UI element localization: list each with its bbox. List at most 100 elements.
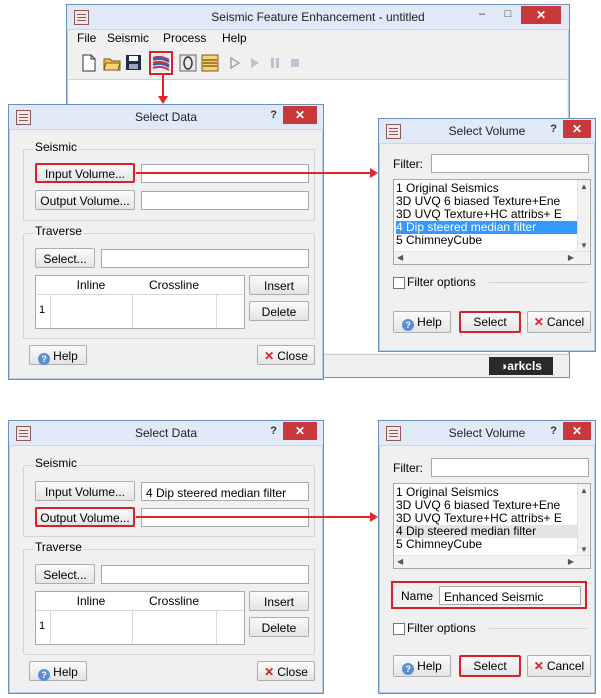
filter-options-checkbox[interactable]: [393, 623, 405, 635]
table-divider: [132, 294, 133, 328]
scroll-left-icon[interactable]: ◀: [397, 557, 403, 566]
column-header-crossline[interactable]: Crossline: [132, 592, 216, 610]
delete-button[interactable]: Delete: [249, 617, 309, 637]
dialog-title-bar[interactable]: Select Data ? ✕: [9, 105, 323, 130]
table-divider: [216, 294, 217, 328]
context-help-button[interactable]: ?: [270, 425, 277, 437]
traverse-table[interactable]: Inline Crossline 1: [35, 591, 245, 645]
close-button[interactable]: ✕ Close: [257, 661, 315, 681]
output-volume-button[interactable]: Output Volume...: [35, 507, 135, 527]
volume-list[interactable]: 1 Original Seismics 3D UVQ 6 biased Text…: [393, 179, 591, 265]
list-item[interactable]: 1 Original Seismics: [396, 182, 578, 195]
toolbar: [67, 51, 569, 77]
menu-seismic[interactable]: Seismic: [107, 31, 149, 45]
help-button[interactable]: ? Help: [393, 655, 451, 677]
filter-field[interactable]: [431, 458, 589, 477]
save-icon[interactable]: [125, 54, 142, 71]
list-item-selected[interactable]: 4 Dip steered median filter: [396, 221, 578, 234]
list-item[interactable]: 3D UVQ Texture+HC attribs+ E: [396, 208, 578, 221]
seismic-group-label: Seismic: [33, 140, 80, 154]
list-item[interactable]: 3D UVQ 6 biased Texture+Ene: [396, 195, 578, 208]
help-icon: ?: [38, 353, 51, 365]
vertical-scrollbar[interactable]: ▲ ▼: [577, 484, 590, 556]
select-traverse-button[interactable]: Select...: [35, 564, 95, 584]
traverse-group-label: Traverse: [33, 224, 84, 238]
horizon-icon[interactable]: [201, 54, 219, 72]
help-button[interactable]: ? Help: [29, 345, 87, 365]
pause-icon[interactable]: [269, 57, 281, 69]
scroll-right-icon[interactable]: ▶: [568, 557, 574, 566]
menu-file[interactable]: File: [77, 31, 96, 45]
cancel-button[interactable]: ✕ Cancel: [527, 655, 591, 677]
close-button[interactable]: ✕ Close: [257, 345, 315, 365]
dialog-title-bar[interactable]: Select Volume ? ✕: [379, 421, 595, 446]
list-item[interactable]: 3D UVQ Texture+HC attribs+ E: [396, 512, 578, 525]
select-button[interactable]: Select: [459, 655, 521, 677]
list-item[interactable]: 5 ChimneyCube: [396, 234, 578, 247]
insert-button[interactable]: Insert: [249, 591, 309, 611]
help-button[interactable]: ? Help: [393, 311, 451, 333]
traverse-field[interactable]: [101, 565, 309, 584]
main-title-bar[interactable]: Seismic Feature Enhancement - untitled –…: [67, 5, 569, 30]
scroll-up-icon[interactable]: ▲: [580, 486, 588, 495]
close-x-icon: ✕: [264, 665, 275, 679]
list-item[interactable]: 5 ChimneyCube: [396, 538, 578, 551]
column-header-inline[interactable]: Inline: [50, 592, 132, 610]
close-window-button[interactable]: ✕: [521, 6, 561, 24]
scroll-down-icon[interactable]: ▼: [580, 545, 588, 554]
column-header-crossline[interactable]: Crossline: [132, 276, 216, 294]
step-icon[interactable]: [249, 57, 261, 69]
input-volume-button[interactable]: Input Volume...: [35, 481, 135, 501]
scroll-down-icon[interactable]: ▼: [580, 241, 588, 250]
filter-options-label: Filter options: [407, 621, 476, 635]
cancel-button[interactable]: ✕ Cancel: [527, 311, 591, 333]
close-dialog-button[interactable]: ✕: [563, 422, 591, 440]
list-item[interactable]: 1 Original Seismics: [396, 486, 578, 499]
select-button[interactable]: Select: [459, 311, 521, 333]
dialog-title-bar[interactable]: Select Data ? ✕: [9, 421, 323, 446]
menu-help[interactable]: Help: [222, 31, 247, 45]
maximize-button[interactable]: □: [497, 8, 519, 22]
traverse-table[interactable]: Inline Crossline 1: [35, 275, 245, 329]
list-item[interactable]: 3D UVQ 6 biased Texture+Ene: [396, 499, 578, 512]
stop-icon[interactable]: [289, 57, 301, 69]
filter-options-checkbox[interactable]: [393, 277, 405, 289]
volume-list[interactable]: 1 Original Seismics 3D UVQ 6 biased Text…: [393, 483, 591, 569]
list-item-selected[interactable]: 4 Dip steered median filter: [396, 525, 578, 538]
traverse-field[interactable]: [101, 249, 309, 268]
select-traverse-button[interactable]: Select...: [35, 248, 95, 268]
horizontal-scrollbar[interactable]: ◀ ▶: [394, 251, 590, 264]
filter-field[interactable]: [431, 154, 589, 173]
dialog-title-bar[interactable]: Select Volume ? ✕: [379, 119, 595, 144]
insert-button[interactable]: Insert: [249, 275, 309, 295]
context-help-button[interactable]: ?: [550, 123, 557, 135]
new-file-icon[interactable]: [81, 54, 97, 72]
close-dialog-button[interactable]: ✕: [283, 106, 317, 124]
scroll-left-icon[interactable]: ◀: [397, 253, 403, 262]
column-header-inline[interactable]: Inline: [50, 276, 132, 294]
horizontal-scrollbar[interactable]: ◀ ▶: [394, 555, 590, 568]
close-dialog-button[interactable]: ✕: [563, 120, 591, 138]
play-icon[interactable]: [229, 57, 241, 69]
seismic-data-icon-wrapper[interactable]: [149, 51, 173, 75]
help-button[interactable]: ? Help: [29, 661, 87, 681]
open-folder-icon[interactable]: [103, 54, 121, 72]
context-help-button[interactable]: ?: [550, 425, 557, 437]
attribute-icon[interactable]: [179, 54, 197, 72]
row-number: 1: [39, 620, 46, 632]
input-volume-field[interactable]: 4 Dip steered median filter: [141, 482, 309, 501]
input-volume-button[interactable]: Input Volume...: [35, 163, 135, 183]
delete-button[interactable]: Delete: [249, 301, 309, 321]
annotation-arrow-toolbar-to-dialog: [162, 74, 164, 98]
vertical-scrollbar[interactable]: ▲ ▼: [577, 180, 590, 252]
output-volume-button[interactable]: Output Volume...: [35, 190, 135, 210]
scroll-up-icon[interactable]: ▲: [580, 182, 588, 191]
output-volume-field[interactable]: [141, 191, 309, 210]
menu-process[interactable]: Process: [163, 31, 206, 45]
context-help-button[interactable]: ?: [270, 109, 277, 121]
minimize-button[interactable]: –: [471, 8, 493, 22]
scroll-right-icon[interactable]: ▶: [568, 253, 574, 262]
seismic-group-label: Seismic: [33, 456, 80, 470]
close-dialog-button[interactable]: ✕: [283, 422, 317, 440]
name-field[interactable]: Enhanced Seismic: [439, 586, 581, 605]
